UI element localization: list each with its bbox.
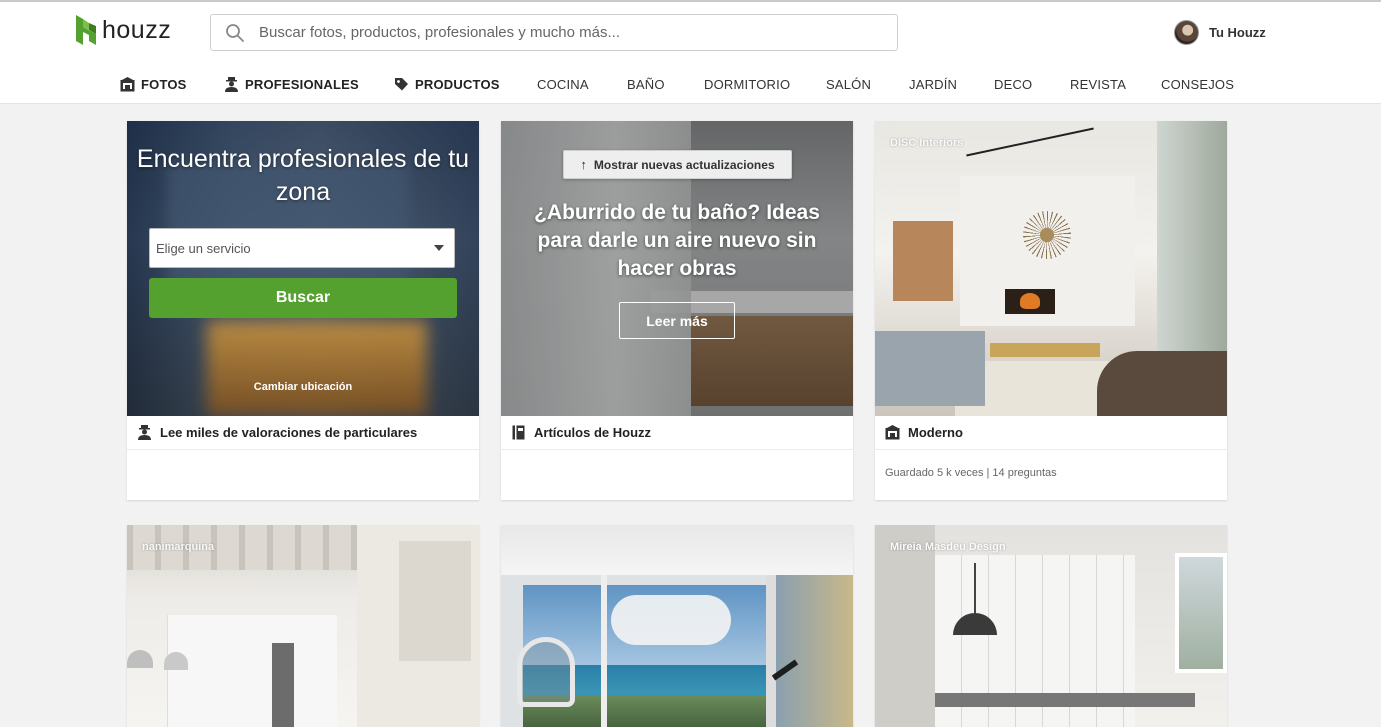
nav-item-label: BAÑO	[627, 76, 665, 92]
card-meta	[501, 450, 853, 500]
main-nav: FOTOS PROFESIONALES PRODUCTOS COCINA BAÑ…	[0, 72, 1381, 96]
search-bar[interactable]	[210, 14, 898, 51]
book-icon	[512, 425, 525, 440]
photo-card: Mireia Masdeu Design	[875, 525, 1227, 727]
photo-style-label: Moderno	[908, 425, 963, 440]
nav-item-label: PRODUCTOS	[415, 76, 500, 92]
search-input[interactable]	[259, 24, 879, 41]
user-menu-label: Tu Houzz	[1209, 25, 1266, 40]
nav-item-label: DECO	[994, 76, 1033, 92]
photo-icon	[120, 76, 135, 91]
nav-item-salon[interactable]: SALÓN	[826, 72, 871, 96]
photo-image[interactable]: nanimarquina	[127, 525, 479, 727]
avatar[interactable]	[1174, 20, 1199, 45]
photo-card: nanimarquina	[127, 525, 479, 727]
photo-card: DISC Interiors Moderno Guardado 5 k vece…	[875, 121, 1227, 500]
nav-item-cocina[interactable]: COCINA	[537, 72, 589, 96]
user-menu[interactable]: Tu Houzz	[1174, 20, 1266, 45]
article-title: ¿Aburrido de tu baño? Ideas para darle u…	[534, 201, 820, 280]
article-footer[interactable]: Artículos de Houzz	[501, 416, 853, 450]
site-header: houzz Tu Houzz FOTOS	[0, 2, 1381, 104]
nav-item-label: FOTOS	[141, 76, 187, 92]
nav-item-bano[interactable]: BAÑO	[627, 72, 665, 96]
nav-item-label: PROFESIONALES	[245, 76, 359, 92]
houzz-logo[interactable]: houzz	[76, 14, 171, 46]
photo-footer[interactable]: Moderno	[875, 416, 1227, 450]
change-location-link[interactable]: Cambiar ubicación	[127, 381, 479, 393]
article-image[interactable]: ↑ Mostrar nuevas actualizaciones ¿Aburri…	[501, 121, 853, 416]
nav-item-dormitorio[interactable]: DORMITORIO	[704, 72, 790, 96]
nav-item-label: SALÓN	[826, 76, 872, 92]
professional-icon	[138, 425, 151, 440]
service-select[interactable]: Elige un servicio	[149, 228, 455, 268]
arrow-up-icon: ↑	[580, 157, 587, 172]
show-updates-button[interactable]: ↑ Mostrar nuevas actualizaciones	[563, 150, 792, 179]
nav-item-consejos[interactable]: CONSEJOS	[1161, 72, 1234, 96]
show-updates-label: Mostrar nuevas actualizaciones	[593, 157, 775, 172]
photo-credit[interactable]: Mireia Masdeu Design	[890, 541, 1006, 553]
search-pros-button[interactable]: Buscar	[149, 278, 457, 318]
photo-icon	[885, 425, 900, 440]
article-card: ↑ Mostrar nuevas actualizaciones ¿Aburri…	[501, 121, 853, 500]
find-pros-title: Encuentra profesionales de tu zona	[136, 145, 470, 206]
photo-image[interactable]	[501, 525, 853, 727]
nav-item-jardin[interactable]: JARDÍN	[909, 72, 957, 96]
service-select-value: Elige un servicio	[156, 241, 251, 256]
chevron-down-icon	[434, 245, 444, 251]
find-pros-footer[interactable]: Lee miles de valoraciones de particulare…	[127, 416, 479, 450]
photo-image[interactable]: DISC Interiors	[875, 121, 1227, 416]
nav-item-productos[interactable]: PRODUCTOS	[394, 72, 500, 96]
read-more-button[interactable]: Leer más	[619, 302, 735, 339]
nav-item-fotos[interactable]: FOTOS	[120, 72, 187, 96]
nav-item-label: REVISTA	[1070, 76, 1127, 92]
search-icon	[226, 23, 244, 42]
nav-item-label: CONSEJOS	[1161, 76, 1235, 92]
nav-item-revista[interactable]: REVISTA	[1070, 72, 1126, 96]
professional-icon	[225, 76, 238, 92]
find-pros-hero: Encuentra profesionales de tu zona Elige…	[127, 121, 479, 416]
nav-item-profesionales[interactable]: PROFESIONALES	[224, 72, 359, 96]
article-footer-label: Artículos de Houzz	[534, 425, 652, 440]
photo-stats: Guardado 5 k veces | 14 preguntas	[885, 467, 1057, 479]
nav-item-label: DORMITORIO	[704, 76, 791, 92]
find-pros-footer-label: Lee miles de valoraciones de particulare…	[160, 425, 418, 440]
logo-text: houzz	[102, 15, 172, 44]
find-pros-card: Encuentra profesionales de tu zona Elige…	[127, 121, 479, 500]
nav-item-label: JARDÍN	[909, 76, 958, 92]
nav-item-label: COCINA	[537, 76, 589, 92]
tag-icon	[395, 77, 408, 90]
photo-credit[interactable]: nanimarquina	[142, 541, 214, 553]
photo-credit[interactable]: DISC Interiors	[890, 137, 963, 149]
nav-item-deco[interactable]: DECO	[994, 72, 1032, 96]
photo-card	[501, 525, 853, 727]
photo-image[interactable]: Mireia Masdeu Design	[875, 525, 1227, 727]
card-meta	[127, 450, 479, 500]
houzz-logo-icon	[76, 15, 96, 45]
